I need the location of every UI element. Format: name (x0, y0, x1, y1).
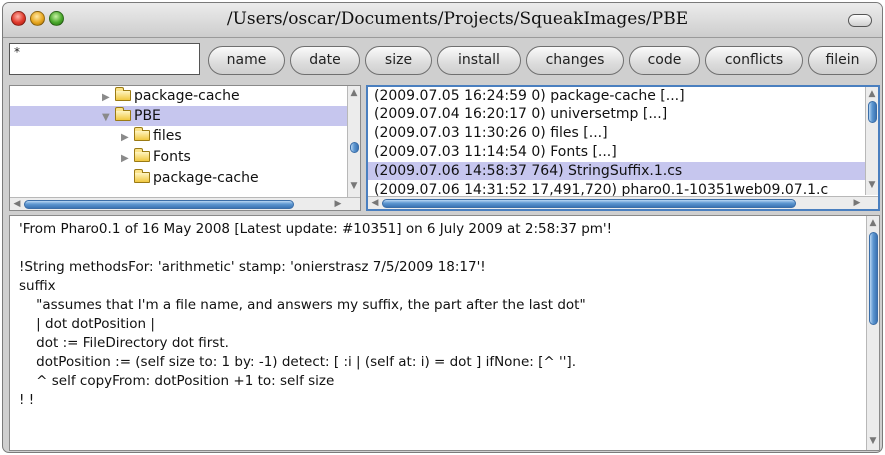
folder-icon (115, 87, 131, 101)
code-line[interactable]: ! ! (19, 392, 34, 409)
scroll-down-icon[interactable]: ▼ (866, 179, 878, 191)
file-list-pane[interactable]: (2009.07.05 16:24:59 0) package-cache [.… (366, 85, 880, 211)
code-line[interactable]: 'From Pharo0.1 of 16 May 2008 [Latest up… (19, 221, 612, 238)
scroll-up-icon[interactable]: ▲ (867, 217, 879, 229)
scroll-down-icon[interactable]: ▼ (348, 180, 360, 192)
scroll-up-icon[interactable]: ▲ (348, 87, 360, 99)
changes-button[interactable]: changes (526, 46, 624, 75)
tree-item-pbe[interactable]: ▼ PBE (102, 106, 161, 126)
title-bar[interactable]: /Users/oscar/Documents/Projects/SqueakIm… (3, 3, 882, 38)
code-vscroll-thumb[interactable] (869, 232, 878, 325)
code-line[interactable]: "assumes that I'm a file name, and answe… (19, 297, 586, 314)
tree-item-label: Fonts (153, 149, 191, 165)
install-button[interactable]: install (437, 46, 521, 75)
file-list-window: /Users/oscar/Documents/Projects/SqueakIm… (2, 2, 883, 453)
sort-by-date-button[interactable]: date (290, 46, 360, 75)
tree-hscroll-thumb[interactable] (24, 200, 294, 209)
minimize-icon[interactable] (30, 11, 45, 26)
scroll-right-icon[interactable]: ▶ (851, 197, 863, 209)
files-vertical-scrollbar[interactable]: ▲ ▼ (865, 87, 878, 195)
folder-icon (134, 148, 150, 162)
tree-item-fonts[interactable]: ▶ Fonts (121, 147, 191, 167)
scroll-up-icon[interactable]: ▲ (866, 88, 878, 100)
tree-item-label: PBE (134, 108, 161, 124)
scroll-left-icon[interactable]: ◀ (369, 197, 381, 209)
tree-item-package-cache[interactable]: ▶ package-cache (102, 86, 240, 106)
code-line[interactable]: | dot dotPosition | (19, 316, 155, 333)
tree-item-package-cache-2[interactable]: package-cache (121, 168, 259, 188)
triangle-right-icon[interactable]: ▶ (102, 88, 114, 108)
filein-button[interactable]: filein (808, 46, 877, 75)
tree-horizontal-scrollbar[interactable]: ◀ ▶ (10, 197, 360, 210)
code-line[interactable]: suffix (19, 278, 56, 295)
code-vertical-scrollbar[interactable]: ▲ ▼ (866, 216, 879, 450)
code-button[interactable]: code (629, 46, 700, 75)
tree-item-label: package-cache (134, 88, 240, 104)
directory-tree-pane[interactable]: ▶ package-cache ▼ PBE ▶ files ▶ Fonts packag… (9, 85, 361, 211)
scroll-left-icon[interactable]: ◀ (11, 198, 23, 210)
folder-icon (134, 127, 150, 141)
code-line[interactable]: ^ self copyFrom: dotPosition +1 to: self… (19, 373, 334, 390)
tree-selection-highlight (10, 106, 350, 126)
window-title: /Users/oscar/Documents/Projects/SqueakIm… (226, 9, 689, 29)
tree-item-label: package-cache (153, 170, 259, 186)
folder-icon (134, 169, 150, 183)
zoom-icon[interactable] (49, 11, 64, 26)
sort-by-name-button[interactable]: name (208, 46, 285, 75)
tree-vertical-scrollbar[interactable]: ▲ ▼ (347, 86, 360, 197)
scroll-right-icon[interactable]: ▶ (332, 198, 344, 210)
conflicts-button[interactable]: conflicts (705, 46, 803, 75)
code-line[interactable]: dotPosition := (self size to: 1 by: -1) … (19, 354, 576, 371)
file-list-item[interactable]: (2009.07.03 11:14:54 0) Fonts [...] (374, 143, 617, 161)
file-list-item[interactable]: (2009.07.05 16:24:59 0) package-cache [.… (374, 87, 685, 105)
files-hscroll-thumb[interactable] (382, 199, 796, 208)
triangle-down-icon[interactable]: ▼ (102, 108, 114, 128)
triangle-right-icon[interactable]: ▶ (121, 149, 133, 169)
file-list-item-selected[interactable]: (2009.07.06 14:58:37 764) StringSuffix.1… (374, 162, 682, 180)
pattern-input[interactable]: * (9, 43, 200, 75)
tree-vscroll-thumb[interactable] (350, 142, 359, 153)
triangle-right-icon[interactable]: ▶ (121, 128, 133, 148)
code-line[interactable]: !String methodsFor: 'arithmetic' stamp: … (19, 259, 486, 276)
sort-by-size-button[interactable]: size (365, 46, 432, 75)
tree-item-files[interactable]: ▶ files (121, 126, 182, 146)
file-contents-pane[interactable]: 'From Pharo0.1 of 16 May 2008 [Latest up… (9, 215, 880, 451)
files-horizontal-scrollbar[interactable]: ◀ ▶ (368, 196, 878, 209)
code-line[interactable]: dot := FileDirectory dot first. (19, 335, 229, 352)
scroll-down-icon[interactable]: ▼ (867, 435, 879, 447)
folder-icon (115, 107, 131, 121)
close-icon[interactable] (11, 11, 26, 26)
file-list-item[interactable]: (2009.07.03 11:30:26 0) files [...] (374, 124, 608, 142)
collapse-pill-icon[interactable] (848, 14, 872, 27)
tree-item-label: files (153, 128, 182, 144)
file-list-item[interactable]: (2009.07.04 16:20:17 0) universetmp [...… (374, 105, 667, 123)
files-vscroll-thumb[interactable] (868, 101, 877, 123)
